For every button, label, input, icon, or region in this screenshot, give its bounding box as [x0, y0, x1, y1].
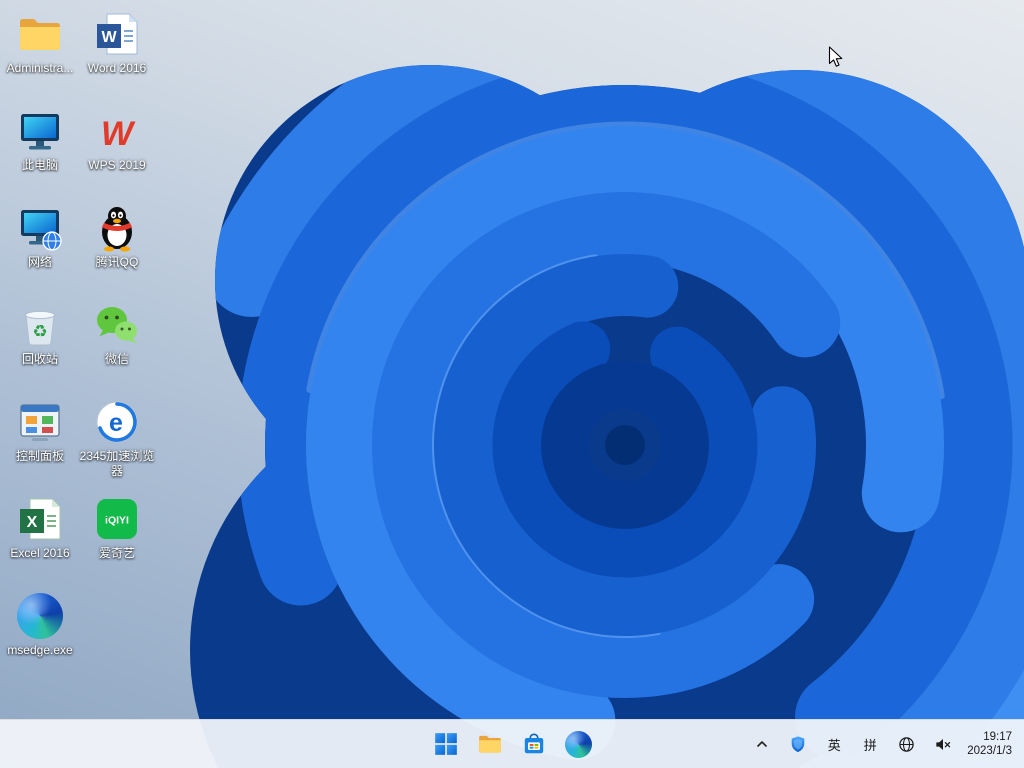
wps-icon: W	[93, 107, 141, 155]
desktop-icon-browser-2345[interactable]: e 2345加速浏览器	[79, 398, 155, 479]
chevron-up-icon	[754, 736, 770, 752]
desktop-icon-excel-2016[interactable]: X Excel 2016	[2, 495, 78, 561]
desktop-icon-this-pc[interactable]: 此电脑	[2, 107, 78, 173]
iqiyi-icon: iQIYI	[93, 495, 141, 543]
tray-date: 2023/1/3	[967, 744, 1012, 758]
excel-letter: X	[27, 514, 38, 531]
desktop-icon-label: msedge.exe	[2, 643, 78, 658]
wps-letter: W	[101, 115, 136, 153]
desktop-icon-control-panel[interactable]: 控制面板	[2, 398, 78, 464]
folder-icon	[477, 731, 503, 757]
start-button[interactable]	[426, 724, 466, 764]
ime-pinyin-indicator[interactable]: 拼	[853, 727, 887, 761]
desktop-icon-label: 网络	[2, 255, 78, 270]
desktop-icon-label: WPS 2019	[79, 158, 155, 173]
desktop-icon-wps-2019[interactable]: W WPS 2019	[79, 107, 155, 173]
edge-icon	[16, 592, 64, 640]
desktop-icon-label: 回收站	[2, 352, 78, 367]
desktop-icon-iqiyi[interactable]: iQIYI 爱奇艺	[79, 495, 155, 561]
desktop-icon-label: 控制面板	[2, 449, 78, 464]
edge-icon	[565, 731, 592, 758]
network-icon	[16, 204, 64, 252]
globe-icon	[898, 736, 915, 753]
desktop-icon-label: 微信	[79, 352, 155, 367]
word-icon: W	[93, 10, 141, 58]
desktop-icon-wechat[interactable]: 微信	[79, 301, 155, 367]
wechat-icon	[93, 301, 141, 349]
security-shield-button[interactable]	[781, 727, 815, 761]
iqiyi-wordmark: iQIYI	[105, 515, 129, 527]
monitor-icon	[16, 107, 64, 155]
file-explorer-button[interactable]	[470, 724, 510, 764]
recycle-bin-icon: ♻	[16, 301, 64, 349]
edge-button[interactable]	[558, 724, 598, 764]
desktop-icon-label: Excel 2016	[2, 546, 78, 561]
browser-2345-icon: e	[93, 398, 141, 446]
desktop-icon-label: 腾讯QQ	[79, 255, 155, 270]
taskbar-center-group	[426, 724, 598, 764]
store-bag-icon	[521, 731, 547, 757]
system-tray: 英 拼 19:17 2023/1/3	[745, 720, 1020, 768]
tray-time: 19:17	[967, 730, 1012, 744]
desktop-icon-tencent-qq[interactable]: 腾讯QQ	[79, 204, 155, 270]
taskbar-clock[interactable]: 19:17 2023/1/3	[961, 727, 1020, 761]
language-globe-button[interactable]	[889, 727, 923, 761]
shield-icon	[789, 735, 807, 753]
e2345-letter: e	[109, 409, 123, 437]
tray-overflow-button[interactable]	[745, 727, 779, 761]
desktop: Administra... W Word 2016	[0, 0, 1024, 768]
excel-icon: X	[16, 495, 64, 543]
desktop-icon-label: 爱奇艺	[79, 546, 155, 561]
microsoft-store-button[interactable]	[514, 724, 554, 764]
folder-icon	[16, 10, 64, 58]
desktop-icon-label: 此电脑	[2, 158, 78, 173]
desktop-icon-label: Word 2016	[79, 61, 155, 76]
windows-logo-icon	[433, 731, 459, 757]
taskbar: 英 拼 19:17 2023/1/3	[0, 719, 1024, 768]
desktop-icon-recycle-bin[interactable]: ♻ 回收站	[2, 301, 78, 367]
volume-mute-button[interactable]	[925, 727, 959, 761]
desktop-icon-network[interactable]: 网络	[2, 204, 78, 270]
qq-penguin-icon	[93, 204, 141, 252]
desktop-icon-msedge[interactable]: msedge.exe	[2, 592, 78, 658]
ime-latin-indicator[interactable]: 英	[817, 727, 851, 761]
desktop-icon-label: Administra...	[2, 61, 78, 76]
desktop-icon-label: 2345加速浏览器	[79, 449, 155, 479]
desktop-icon-word-2016[interactable]: W Word 2016	[79, 10, 155, 76]
desktop-icon-administrator-folder[interactable]: Administra...	[2, 10, 78, 76]
recycle-symbol: ♻	[32, 322, 47, 341]
control-panel-icon	[16, 398, 64, 446]
volume-mute-icon	[934, 736, 951, 753]
word-letter: W	[101, 29, 117, 46]
